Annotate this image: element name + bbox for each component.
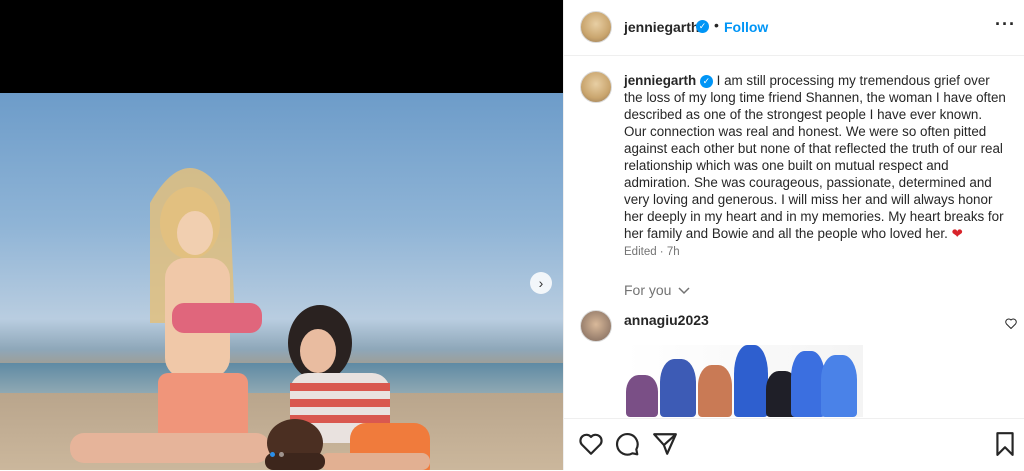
comment-image — [626, 345, 863, 417]
photo-figures — [70, 168, 430, 470]
author-avatar[interactable] — [580, 11, 612, 43]
caption-text: I am still processing my tremendous grie… — [624, 73, 1006, 241]
follow-button[interactable]: Follow — [724, 19, 768, 35]
carousel-indicator — [270, 452, 284, 457]
post-caption: jenniegarth ✓ I am still processing my t… — [624, 72, 1008, 242]
post-media: › — [0, 0, 563, 470]
share-icon[interactable] — [652, 431, 678, 457]
for-you-label: For you — [624, 282, 672, 298]
author-username[interactable]: jenniegarth — [624, 19, 699, 35]
edited-timestamp: Edited · 7h — [624, 246, 680, 258]
action-bar — [564, 418, 1024, 471]
verified-badge-icon: ✓ — [696, 20, 709, 33]
red-heart-emoji: ❤ — [951, 226, 963, 241]
comment-like-icon[interactable] — [1005, 318, 1017, 329]
carousel-dot — [279, 452, 284, 457]
post-header: jenniegarth ✓ • Follow ··· — [564, 0, 1024, 56]
verified-badge-icon: ✓ — [699, 74, 713, 88]
more-options-icon[interactable]: ··· — [995, 14, 1016, 35]
next-slide-button[interactable]: › — [530, 272, 552, 294]
for-you-dropdown[interactable]: For you — [624, 282, 690, 298]
chevron-down-icon — [678, 287, 690, 295]
post-photo: › — [0, 93, 563, 470]
post-panel: jenniegarth ✓ • Follow ··· jenniegarth ✓… — [563, 0, 1024, 470]
caption-avatar[interactable] — [580, 71, 612, 103]
carousel-dot-active — [270, 452, 275, 457]
heart-icon[interactable] — [578, 431, 604, 457]
caption-username[interactable]: jenniegarth — [624, 73, 696, 88]
bookmark-icon[interactable] — [992, 431, 1018, 457]
commenter-username[interactable]: annagiu2023 — [624, 312, 709, 328]
comment-icon[interactable] — [614, 431, 640, 457]
commenter-avatar[interactable] — [580, 310, 612, 342]
header-separator: • — [714, 17, 719, 33]
